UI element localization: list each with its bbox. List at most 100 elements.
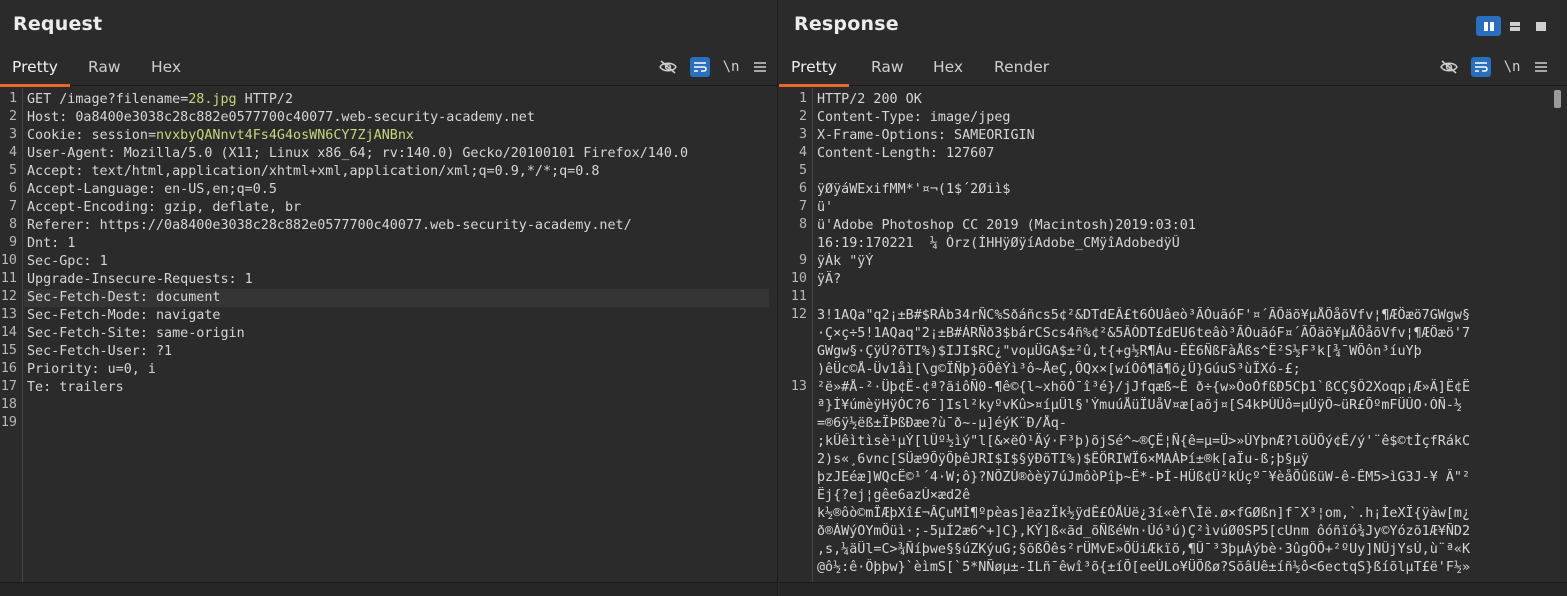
wrap-lines-icon[interactable] — [1471, 57, 1491, 77]
response-line[interactable]: 16:19:170221 ¼ Òrz(ÍHHÿØÿíAdobe_CMÿîAdob… — [817, 235, 1553, 253]
code-token: gzip, deflate, br — [164, 200, 302, 215]
code-token: ?1 — [156, 344, 173, 359]
response-line[interactable]: Content-Length: 127607 — [817, 145, 1553, 163]
line-number: 10 — [0, 253, 17, 268]
request-bottom-bar — [0, 582, 777, 596]
request-line[interactable] — [27, 397, 769, 415]
code-token: same-origin — [156, 326, 245, 341]
code-token: 1 — [67, 236, 76, 251]
response-line[interactable]: )êÜc©Å-Üv1åì[\g©ÏÑþ}õÕêÝì³ô~ÅeÇ,ÕQx×[wíÓ… — [817, 361, 1553, 379]
response-line[interactable]: ü' — [817, 199, 1553, 217]
newline-toggle[interactable]: \n — [721, 57, 741, 77]
code-token: HTTP/2 — [236, 92, 294, 107]
response-line[interactable]: ÿÀk "ÿÝ — [817, 253, 1553, 271]
response-line[interactable]: Content-Type: image/jpeg — [817, 109, 1553, 127]
request-line[interactable]: Accept-Language: en-US,en;q=0.5 — [27, 181, 769, 199]
response-line[interactable]: ÿÄ? — [817, 271, 1553, 289]
code-token: Priority: — [27, 362, 108, 377]
code-token: Accept-Language: — [27, 182, 165, 197]
response-scrollbar[interactable] — [1554, 90, 1561, 108]
request-panel: Request Pretty Raw Hex \n 1 2 3 4 5 6 7 8 9 10 11 1… — [0, 0, 778, 596]
line-number: 11 — [0, 271, 17, 286]
response-line[interactable]: ÿØÿáWExifMM*'¤¬(1$´2Øiì$ — [817, 181, 1553, 199]
request-line[interactable]: Host: 0a8400e3038c28c882e0577700c40077.w… — [27, 109, 769, 127]
code-token: document — [156, 290, 221, 305]
line-number: 4 — [8, 145, 17, 160]
response-line[interactable]: ü'Adobe Photoshop CC 2019 (Macintosh)201… — [817, 217, 1553, 235]
response-line[interactable]: 3!1AQa"q2¡±B#$RÁb34rÑC%Sðáñcs5¢²&DTdEÂ£t… — [817, 307, 1553, 325]
code-token: Mozilla/5.0 (X11; Linux x86_64; rv:140.0… — [123, 146, 689, 161]
code-token: en-US,en;q=0.5 — [164, 182, 277, 197]
line-number: 8 — [798, 217, 807, 232]
request-line[interactable]: User-Agent: Mozilla/5.0 (X11; Linux x86_… — [27, 145, 769, 163]
request-line[interactable]: GET /image?filename=28.jpg HTTP/2 — [27, 91, 769, 109]
menu-icon[interactable] — [750, 57, 770, 77]
response-line[interactable] — [817, 163, 1553, 181]
response-line[interactable]: Ëj{?ej¦gêe6azÚ×æd2ê — [817, 487, 1553, 505]
response-line[interactable]: @ô½:ê·Ôþþw}`èìmS[`5*NÑøµ±-ILñ¯êwî³õ{±íÕ[… — [817, 559, 1553, 577]
request-tab-pretty[interactable]: Pretty — [0, 50, 70, 87]
code-token: 1 — [244, 272, 253, 287]
hide-eye-icon[interactable] — [658, 57, 678, 77]
line-number: 9 — [8, 235, 17, 250]
line-number: 7 — [8, 199, 17, 214]
request-line[interactable]: Upgrade-Insecure-Requests: 1 — [27, 271, 769, 289]
response-line[interactable]: X-Frame-Options: SAMEORIGIN — [817, 127, 1553, 145]
response-tab-raw[interactable]: Raw — [859, 50, 916, 86]
response-line[interactable]: k½®ôò©mÎÆþXî£¬ÂÇuMÌ¶ºpèas]ëazÏk½ÿdÊ£ÒÅÙë… — [817, 505, 1553, 523]
request-line[interactable]: Priority: u=0, i — [27, 361, 769, 379]
response-line[interactable]: þzJEéæ]WQcË©¹´4·W;ô}?NÕZÚ®òèÿ7úJmôòPîþ~Ë… — [817, 469, 1553, 487]
request-line[interactable]: Sec-Fetch-Dest: document — [24, 289, 769, 307]
response-tab-pretty[interactable]: Pretty — [779, 50, 849, 87]
response-line[interactable]: ª}Í¥úmèÿHÿÒC?6¯]Isl²kyºvKû>¤íµÛl§'ÝmuúÅü… — [817, 397, 1553, 415]
line-number: 11 — [790, 289, 807, 304]
request-line[interactable]: Sec-Fetch-Mode: navigate — [27, 307, 769, 325]
code-token: text/html,application/xhtml+xml,applicat… — [91, 164, 600, 179]
request-tab-hex[interactable]: Hex — [139, 50, 193, 86]
request-line[interactable]: Accept: text/html,application/xhtml+xml,… — [27, 163, 769, 181]
code-token: Accept-Encoding: — [27, 200, 165, 215]
line-number: 8 — [8, 217, 17, 232]
request-line[interactable]: Sec-Fetch-Site: same-origin — [27, 325, 769, 343]
line-number: 5 — [798, 163, 807, 178]
response-line[interactable] — [817, 289, 1553, 307]
response-tab-render[interactable]: Render — [982, 50, 1061, 86]
response-line[interactable]: ·Ç×ç÷5!1AQaq"2¡±B#ÁRÑð3$bárCScs4ñ%¢²&5ÂÒ… — [817, 325, 1553, 343]
response-gutter: 1 2 3 4 5 6 7 8 9 10 11 12 13 — [779, 88, 813, 582]
response-line[interactable]: =®6ÿ½ëß±ÏÞßÐæe?ù¯ð~-µ]éýK¨Ð/Åq- — [817, 415, 1553, 433]
tabbed-layout-icon[interactable] — [1528, 16, 1553, 36]
response-line[interactable]: ²ë»#Å-²·Üþ¢Ë-¢ª?ãiôÑ0-¶ê©{l~xhõÒ¯î³é}/jJ… — [817, 379, 1553, 397]
request-line[interactable]: Te: trailers — [27, 379, 769, 397]
response-line[interactable]: ð®ÁWýOYmÖüì·;-5µÍ2æ6^+]C},KÝ]ß«ãd_õÑßéWn… — [817, 523, 1553, 541]
request-title: Request — [13, 13, 103, 35]
side-by-side-layout-icon[interactable] — [1476, 16, 1501, 36]
response-line[interactable]: GWgw§·ÇÿÚ?õTI%)$IJI$RC¿"voµÜGA$±²û,t{+g½… — [817, 343, 1553, 361]
request-line[interactable] — [27, 415, 769, 433]
request-line[interactable]: Referer: https://0a8400e3038c28c882e0577… — [27, 217, 769, 235]
response-panel: Response Pretty Raw Hex Render \n 123456… — [779, 0, 1567, 596]
code-token: Upgrade-Insecure-Requests: — [27, 272, 245, 287]
response-tab-hex[interactable]: Hex — [921, 50, 975, 86]
code-token: filename — [115, 92, 181, 107]
request-editor[interactable]: 1 2 3 4 5 6 7 8 9 10 11 12 13 14 15 16 17 18 19 GET /image… — [0, 88, 777, 582]
code-token: trailers — [59, 380, 124, 395]
response-line[interactable]: 2)s«¸6vnc[SÜæ9ÕÿÕþêJRI$I$§ÿÐõTI%)$ÊÖRIWÏ… — [817, 451, 1553, 469]
stacked-layout-icon[interactable] — [1502, 16, 1527, 36]
hide-eye-icon[interactable] — [1439, 57, 1459, 77]
response-line[interactable]: ,s,¼äÜl=C>¾Ñíþwe§§úZKýuG;§õßÕês²rÜMvE»ÕÜ… — [817, 541, 1553, 559]
request-line[interactable]: Cookie: session=nvxbyQANnvt4Fs4G4osWN6CY… — [27, 127, 769, 145]
response-line[interactable]: ;kÛêìtìsè¹µÝ[lÛº½ìý"l[&×ëÒ¹Äý·F³þ)õjSé^~… — [817, 433, 1553, 451]
request-tab-raw[interactable]: Raw — [76, 50, 133, 86]
request-line[interactable]: Sec-Fetch-User: ?1 — [27, 343, 769, 361]
request-line[interactable]: Sec-Gpc: 1 — [27, 253, 769, 271]
request-line[interactable]: Dnt: 1 — [27, 235, 769, 253]
wrap-lines-icon[interactable] — [690, 57, 710, 77]
request-line[interactable]: Accept-Encoding: gzip, deflate, br — [27, 199, 769, 217]
code-token: Te: — [27, 380, 60, 395]
code-token: Dnt: — [27, 236, 68, 251]
menu-icon[interactable] — [1531, 57, 1551, 77]
code-token: Host: — [27, 110, 76, 125]
response-line[interactable]: HTTP/2 200 OK — [817, 91, 1553, 109]
newline-toggle[interactable]: \n — [1502, 57, 1522, 77]
response-editor[interactable]: 1 2 3 4 5 6 7 8 9 10 11 12 13 HTTP/2 200 OK Content-T… — [779, 88, 1567, 582]
